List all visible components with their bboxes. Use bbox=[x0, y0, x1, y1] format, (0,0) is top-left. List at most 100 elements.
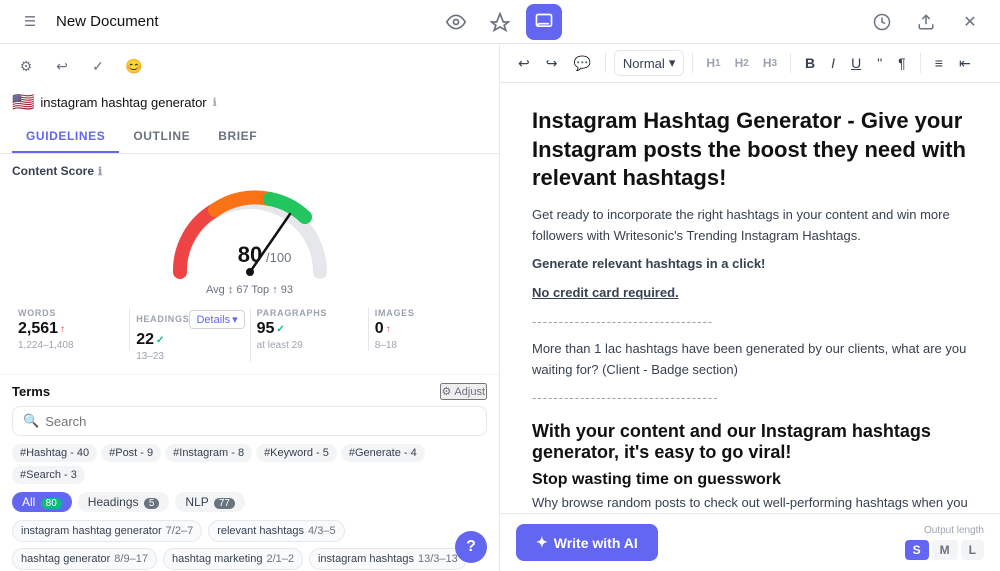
tab-pill-nlp[interactable]: NLP 77 bbox=[175, 492, 245, 512]
paragraph-button[interactable]: ¶ bbox=[892, 51, 912, 75]
share-icon bbox=[917, 13, 935, 31]
stat-paragraphs: PARAGRAPHS 95 ✓ at least 29 bbox=[251, 304, 369, 355]
left-header-icons: ⚙ ↩ ✓ 😊 bbox=[12, 52, 487, 88]
editor-h2: With your content and our Instagram hash… bbox=[532, 421, 968, 463]
terms-header: Terms ⚙ Adjust bbox=[12, 383, 487, 400]
headings-badge: 5 bbox=[144, 498, 160, 509]
terms-section: Terms ⚙ Adjust 🔍 #Hashtag - 40 #Post - 9… bbox=[0, 375, 499, 571]
editor-divider2: ----------------------------------- bbox=[532, 388, 968, 409]
hashtag-filter-4[interactable]: #Generate - 4 bbox=[341, 444, 425, 462]
hashtag-filter-2[interactable]: #Instagram - 8 bbox=[165, 444, 252, 462]
stat-images-range: 8–18 bbox=[375, 340, 481, 351]
tag-relevant-hashtags: relevant hashtags 4/3–5 bbox=[208, 520, 344, 542]
comment-button[interactable]: 💬 bbox=[567, 51, 596, 76]
length-pills: S M L bbox=[905, 540, 984, 560]
stat-images-value: 0 ↑ bbox=[375, 320, 481, 338]
tab-pill-headings[interactable]: Headings 5 bbox=[78, 492, 170, 512]
info-icon: ℹ bbox=[213, 96, 217, 109]
gauge-avg: Avg ↕ 67 Top ↑ 93 bbox=[206, 284, 293, 296]
chat-button[interactable] bbox=[526, 4, 562, 40]
rocket-button[interactable] bbox=[482, 4, 518, 40]
editor-content[interactable]: Instagram Hashtag Generator - Give your … bbox=[500, 83, 1000, 571]
history-icon bbox=[873, 13, 891, 31]
eye-button[interactable] bbox=[438, 4, 474, 40]
tag-instagram-hashtag-generator: instagram hashtag generator 7/2–7 bbox=[12, 520, 202, 542]
toolbar-sep-2 bbox=[692, 53, 693, 73]
details-button[interactable]: Details ▾ bbox=[189, 310, 244, 329]
length-pill-s[interactable]: S bbox=[905, 540, 929, 560]
check-icon-btn[interactable]: ✓ bbox=[84, 52, 112, 80]
h2-button[interactable]: H2 bbox=[730, 52, 754, 74]
content-score-section: Content Score ℹ 80 bbox=[0, 154, 499, 296]
redo-icon: ↪ bbox=[546, 55, 558, 72]
bold-button[interactable]: B bbox=[799, 51, 821, 75]
tags-row-1: hashtag generator 8/9–17 hashtag marketi… bbox=[12, 548, 487, 570]
tab-outline[interactable]: OUTLINE bbox=[119, 121, 204, 153]
write-with-ai-button[interactable]: ✦ Write with AI bbox=[516, 524, 658, 561]
tab-pill-all[interactable]: All 80 bbox=[12, 492, 72, 512]
undo-left-icon-btn[interactable]: ↩ bbox=[48, 52, 76, 80]
tab-brief[interactable]: BRIEF bbox=[204, 121, 271, 153]
undo-button[interactable]: ↩ bbox=[512, 51, 536, 76]
svg-text:/100: /100 bbox=[266, 250, 291, 265]
indent-button[interactable]: ⇥ bbox=[953, 51, 977, 76]
tag-instagram-hashtags: instagram hashtags 13/3–13 bbox=[309, 548, 467, 570]
content-score-info-icon: ℹ bbox=[98, 165, 102, 178]
toolbar-sep-4 bbox=[920, 53, 921, 73]
hashtag-filter-1[interactable]: #Post - 9 bbox=[101, 444, 161, 462]
main-layout: ⚙ ↩ ✓ 😊 🇺🇸 instagram hashtag generator ℹ… bbox=[0, 44, 1000, 571]
h1-button[interactable]: H1 bbox=[701, 52, 725, 74]
comment-icon: 💬 bbox=[573, 55, 590, 72]
tab-guidelines[interactable]: GUIDELINES bbox=[12, 121, 119, 153]
toolbar-sep-1 bbox=[605, 53, 606, 73]
hashtag-filter-5[interactable]: #Search - 3 bbox=[12, 466, 85, 484]
editor-bold1: Generate relevant hashtags in a click! bbox=[532, 254, 968, 275]
content-score-label: Content Score ℹ bbox=[12, 164, 487, 178]
menu-button[interactable]: ☰ bbox=[12, 4, 48, 40]
document-title: New Document bbox=[56, 13, 159, 30]
editor-divider1: ---------------------------------- bbox=[532, 312, 968, 333]
stat-paragraphs-range: at least 29 bbox=[257, 340, 363, 351]
tags-row-0: instagram hashtag generator 7/2–7 releva… bbox=[12, 520, 487, 542]
stat-images: IMAGES 0 ↑ 8–18 bbox=[369, 304, 487, 355]
stat-paragraphs-label: PARAGRAPHS bbox=[257, 308, 363, 318]
all-badge: 80 bbox=[41, 498, 62, 509]
stat-words: WORDS 2,561 ↑ 1,224–1,408 bbox=[12, 304, 130, 355]
close-button[interactable]: ✕ bbox=[952, 4, 988, 40]
history-button[interactable] bbox=[864, 4, 900, 40]
italic-button[interactable]: I bbox=[825, 51, 841, 75]
length-pill-l[interactable]: L bbox=[961, 540, 984, 560]
adjust-icon: ⚙ bbox=[442, 385, 452, 398]
top-bar-right: ✕ bbox=[562, 4, 988, 40]
h3-button[interactable]: H3 bbox=[758, 52, 782, 74]
eye-icon bbox=[446, 12, 466, 32]
toolbar-sep-3 bbox=[790, 53, 791, 73]
stat-paragraphs-value: 95 ✓ bbox=[257, 320, 363, 338]
hashtag-filter-0[interactable]: #Hashtag - 40 bbox=[12, 444, 97, 462]
share-button[interactable] bbox=[908, 4, 944, 40]
redo-button[interactable]: ↪ bbox=[540, 51, 564, 76]
emoji-icon-btn[interactable]: 😊 bbox=[120, 52, 148, 80]
length-pill-m[interactable]: M bbox=[932, 540, 958, 560]
underline-button[interactable]: U bbox=[845, 51, 867, 75]
search-input[interactable] bbox=[45, 414, 476, 429]
stat-headings-label: HEADINGS bbox=[136, 314, 189, 324]
quote-button[interactable]: " bbox=[871, 51, 888, 75]
undo-icon: ↩ bbox=[518, 55, 530, 72]
align-button[interactable]: ≡ bbox=[929, 51, 949, 75]
search-icon: 🔍 bbox=[23, 413, 39, 429]
style-select[interactable]: Normal ▾ bbox=[614, 50, 684, 76]
settings-icon-btn[interactable]: ⚙ bbox=[12, 52, 40, 80]
stat-words-range: 1,224–1,408 bbox=[18, 340, 124, 351]
help-button[interactable]: ? bbox=[455, 531, 487, 563]
search-box: 🔍 bbox=[12, 406, 487, 436]
right-panel: ↩ ↪ 💬 Normal ▾ H1 H2 H3 B I U " ¶ ≡ bbox=[500, 44, 1000, 571]
editor-bold2: No credit card required. bbox=[532, 283, 968, 304]
left-panel: ⚙ ↩ ✓ 😊 🇺🇸 instagram hashtag generator ℹ… bbox=[0, 44, 500, 571]
adjust-button[interactable]: ⚙ Adjust bbox=[440, 383, 487, 400]
tags-grid: instagram hashtag generator 7/2–7 releva… bbox=[12, 520, 487, 571]
ai-sparkle-icon: ✦ bbox=[536, 534, 548, 551]
hashtag-filter-3[interactable]: #Keyword - 5 bbox=[256, 444, 337, 462]
editor-p1: Get ready to incorporate the right hasht… bbox=[532, 205, 968, 247]
editor-p2: More than 1 lac hashtags have been gener… bbox=[532, 339, 968, 381]
